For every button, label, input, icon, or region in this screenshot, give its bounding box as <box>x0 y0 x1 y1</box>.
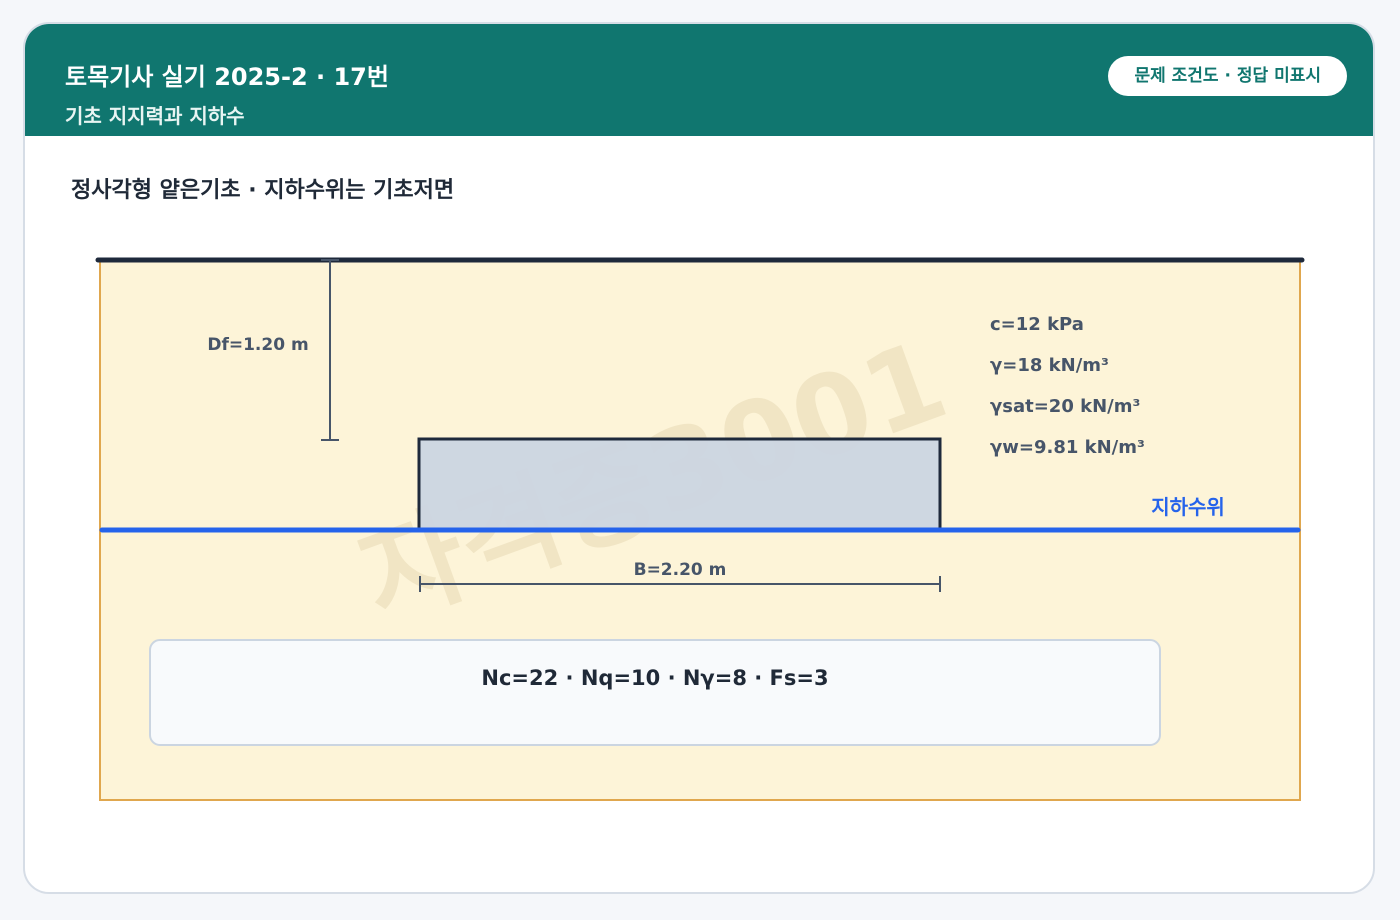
water-table-label: 지하수위 <box>1151 495 1225 519</box>
footing <box>417 437 942 531</box>
b-label: B=2.20 m <box>634 560 727 580</box>
water-unit-weight: γw=9.81 kN/m³ <box>990 437 1145 458</box>
soil-unit-weight: γ=18 kN/m³ <box>990 355 1109 376</box>
df-label: Df=1.20 m <box>207 335 308 355</box>
factors-box <box>149 639 1161 746</box>
soil-cohesion: c=12 kPa <box>990 314 1084 335</box>
bearing-factors: Nc=22 · Nq=10 · Nγ=8 · Fs=3 <box>481 666 828 690</box>
footing-diagram: 자격증3001 Df=1.20 m 지하수위 c=12 kPa γ=18 kN/… <box>95 257 1305 801</box>
soil-saturated-unit-weight: γsat=20 kN/m³ <box>990 396 1140 417</box>
